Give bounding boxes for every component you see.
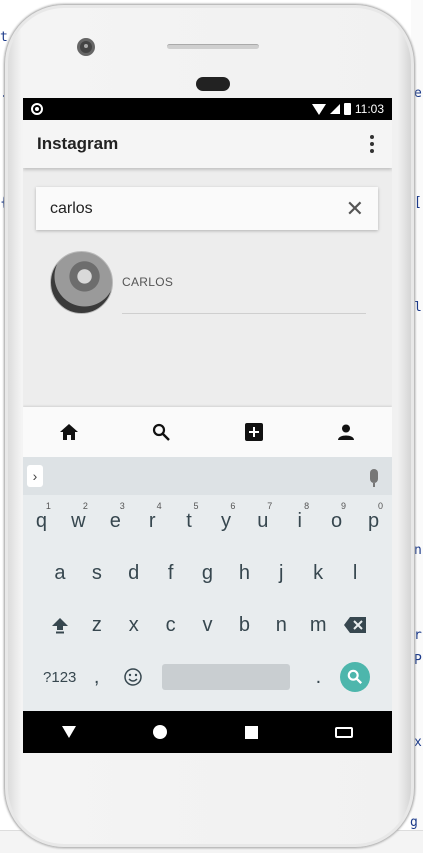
search-result-item[interactable]: CARLOS [50,250,366,315]
key-period[interactable]: . [300,655,337,699]
keyboard-row-1: q1 w2 e3 r4 t5 y6 u7 i8 o9 p0 [23,495,392,547]
symbols-key[interactable]: ?123 [41,655,78,699]
status-bar: 11:03 [23,98,392,120]
key-o[interactable]: o9 [318,499,355,543]
close-icon[interactable]: ✕ [346,197,364,220]
key-l[interactable]: l [337,551,374,595]
search-query: carlos [50,199,93,217]
bg-code-fragment: x [414,735,422,750]
front-camera [77,38,95,56]
key-h[interactable]: h [226,551,263,595]
signal-icon [329,104,340,114]
key-n[interactable]: n [263,603,300,647]
proximity-sensor [196,77,230,91]
bg-code-fragment: g [410,815,418,830]
app-title: Instagram [37,134,119,153]
search-icon[interactable] [141,412,181,452]
bottom-navigation [23,407,392,457]
earpiece-speaker [167,44,259,49]
bg-code-fragment: P [414,653,422,668]
key-q[interactable]: q1 [23,499,60,543]
result-label-row: CARLOS [122,251,366,314]
bg-code-fragment: r [414,628,422,643]
system-navigation-bar [23,711,392,753]
battery-icon [343,103,351,115]
key-c[interactable]: c [152,603,189,647]
key-g[interactable]: g [189,551,226,595]
notification-icon [31,103,43,115]
key-b[interactable]: b [226,603,263,647]
shift-key-icon[interactable] [41,603,78,647]
key-k[interactable]: k [300,551,337,595]
bg-code-fragment: e [414,86,422,101]
key-v[interactable]: v [189,603,226,647]
key-comma[interactable]: , [78,655,115,699]
key-d[interactable]: d [115,551,152,595]
home-icon[interactable] [49,412,89,452]
bg-code-fragment: [ [414,195,422,210]
microphone-icon[interactable] [370,469,378,487]
key-r[interactable]: r4 [134,499,171,543]
keyboard-switch-icon[interactable] [335,726,354,738]
key-p[interactable]: p0 [355,499,392,543]
search-input[interactable]: carlos ✕ [36,187,378,230]
person-icon[interactable] [326,412,366,452]
key-x[interactable]: x [115,603,152,647]
key-s[interactable]: s [78,551,115,595]
app-bar: Instagram [23,120,392,168]
key-z[interactable]: z [78,603,115,647]
phone-screen: 11:03 Instagram carlos ✕ CARLOS › q 1 w … [23,98,392,753]
suggestion-strip: › [23,457,392,495]
avatar [50,251,113,314]
backspace-key-icon[interactable] [337,603,374,647]
home-button-icon[interactable] [153,725,168,739]
result-username: CARLOS [122,275,174,289]
key-w[interactable]: w2 [60,499,97,543]
bg-code-fragment: n [414,543,422,558]
key-e[interactable]: e3 [97,499,134,543]
soft-keyboard: › q1 w2 e3 r4 t5 y6 u7 i8 o9 p0 a s d f … [23,457,392,711]
keyboard-row-4: ?123 , . [23,651,392,703]
status-time: 11:03 [354,102,384,116]
key-m[interactable]: m [300,603,337,647]
more-vert-icon[interactable] [366,131,378,157]
key-u[interactable]: u7 [244,499,281,543]
key-f[interactable]: f [152,551,189,595]
search-action-key[interactable] [337,655,374,699]
bg-code-fragment: l [414,300,422,315]
emoji-key-icon[interactable] [115,655,152,699]
key-t[interactable]: t5 [171,499,208,543]
search-icon [340,662,371,692]
keyboard-row-3: z x c v b n m [23,599,392,651]
key-i[interactable]: i8 [281,499,318,543]
recents-icon[interactable] [244,725,258,739]
back-icon[interactable] [61,726,76,738]
add-box-icon[interactable] [234,412,274,452]
keyboard-row-2: a s d f g h j k l [23,547,392,599]
key-j[interactable]: j [263,551,300,595]
wifi-icon [311,103,326,115]
space-bar[interactable] [161,664,290,690]
key-a[interactable]: a [41,551,78,595]
key-y[interactable]: y6 [208,499,245,543]
chevron-right-icon[interactable]: › [27,465,43,487]
